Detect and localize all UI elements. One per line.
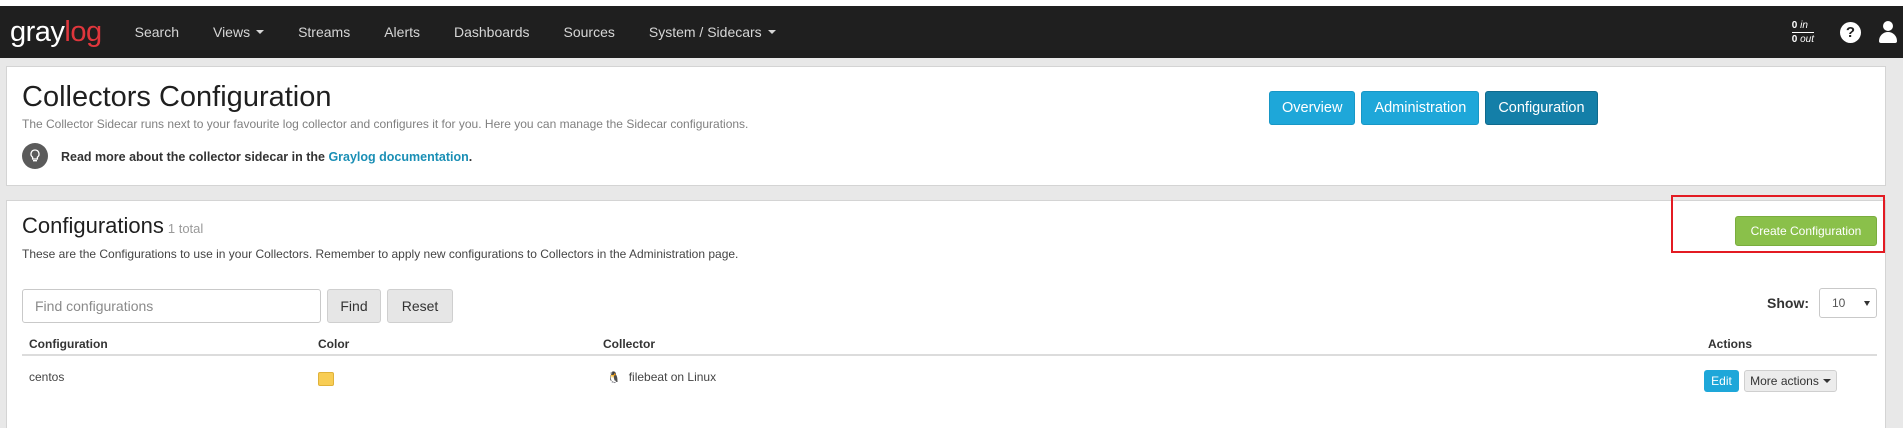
page-description: The Collector Sidecar runs next to your …	[22, 117, 749, 131]
logo-part-log: log	[64, 15, 102, 48]
edit-button[interactable]: Edit	[1704, 370, 1739, 392]
collector-cell: 🐧 filebeat on Linux	[607, 370, 716, 384]
column-header-configuration[interactable]: Configuration	[29, 337, 108, 351]
caret-down-icon	[767, 30, 776, 34]
nav-right: 0 in 0 out ?	[1791, 19, 1897, 46]
navbar: gray log Search Views Streams Alerts Dash…	[0, 6, 1903, 58]
nav-system-label: System / Sidecars	[648, 24, 762, 40]
caret-down-icon	[1822, 379, 1831, 383]
header-panel: Collectors Configuration The Collector S…	[6, 66, 1886, 186]
logo-part-gray: gray	[10, 15, 65, 48]
graylog-logo[interactable]: gray log	[10, 16, 102, 49]
nav-views-label: Views	[212, 24, 251, 40]
nav-search[interactable]: Search	[118, 6, 196, 58]
table-header: Configuration Color Collector Actions	[22, 334, 1877, 356]
throughput-in-label: in	[1800, 19, 1808, 31]
show-label: Show:	[1767, 295, 1809, 311]
lightbulb-icon	[22, 143, 48, 169]
nav-dashboards-label: Dashboards	[454, 24, 530, 40]
find-button[interactable]: Find	[327, 289, 381, 323]
nav-dashboards[interactable]: Dashboards	[437, 6, 547, 58]
nav-alerts-label: Alerts	[384, 24, 420, 40]
throughput-out-label: out	[1800, 33, 1814, 45]
configuration-name: centos	[29, 370, 65, 384]
table-row: centos 🐧 filebeat on Linux Edit More acti…	[22, 356, 1877, 396]
throughput-indicator[interactable]: 0 in 0 out	[1791, 19, 1814, 46]
color-swatch	[318, 372, 334, 386]
page-title: Collectors Configuration	[22, 81, 332, 113]
reset-button[interactable]: Reset	[387, 289, 453, 323]
nav-streams-label: Streams	[298, 24, 351, 40]
configurations-table: Configuration Color Collector Actions ce…	[22, 334, 1877, 396]
configurations-heading: Configurations	[22, 213, 164, 238]
readmore-text: Read more about the collector sidecar in…	[61, 150, 472, 164]
configurations-count: 1 total	[167, 221, 204, 236]
collector-name: filebeat on Linux	[628, 370, 717, 384]
linux-icon: 🐧	[607, 372, 621, 384]
section-title: Configurations 1 total	[22, 213, 203, 239]
column-header-actions: Actions	[1708, 337, 1753, 351]
column-header-color: Color	[318, 337, 350, 351]
readmore-prefix: Read more about the collector sidecar in…	[61, 150, 325, 164]
question-circle-icon[interactable]: ?	[1840, 21, 1861, 43]
more-actions-label: More actions	[1750, 374, 1819, 388]
throughput-in-value: 0	[1791, 19, 1798, 31]
sidecar-nav-buttons: Overview Administration Configuration	[1269, 91, 1598, 125]
readmore-suffix: .	[468, 150, 473, 164]
caret-down-icon	[256, 30, 265, 34]
user-icon[interactable]	[1879, 21, 1897, 43]
nav-system-sidecars[interactable]: System / Sidecars	[632, 6, 793, 58]
nav-search-label: Search	[134, 24, 179, 40]
nav-sources[interactable]: Sources	[547, 6, 632, 58]
configurations-panel: Configurations 1 total These are the Conf…	[6, 195, 1886, 428]
nav-alerts[interactable]: Alerts	[367, 6, 437, 58]
search-input[interactable]	[22, 289, 321, 323]
configuration-button[interactable]: Configuration	[1485, 91, 1598, 125]
nav-views[interactable]: Views	[196, 6, 281, 58]
section-description: These are the Configurations to use in y…	[22, 247, 739, 261]
administration-button[interactable]: Administration	[1361, 91, 1480, 125]
graylog-documentation-link[interactable]: Graylog documentation	[328, 150, 468, 164]
nav-sources-label: Sources	[563, 24, 615, 40]
overview-button[interactable]: Overview	[1269, 91, 1356, 125]
column-header-collector: Collector	[603, 337, 656, 351]
more-actions-button[interactable]: More actions	[1744, 370, 1837, 392]
throughput-out-value: 0	[1791, 33, 1798, 45]
page-size-select[interactable]: 10	[1819, 288, 1877, 318]
page-size-value: 10	[1832, 296, 1846, 310]
select-arrow-icon	[1864, 301, 1870, 306]
nav-streams[interactable]: Streams	[281, 6, 367, 58]
create-configuration-button[interactable]: Create Configuration	[1735, 216, 1877, 246]
